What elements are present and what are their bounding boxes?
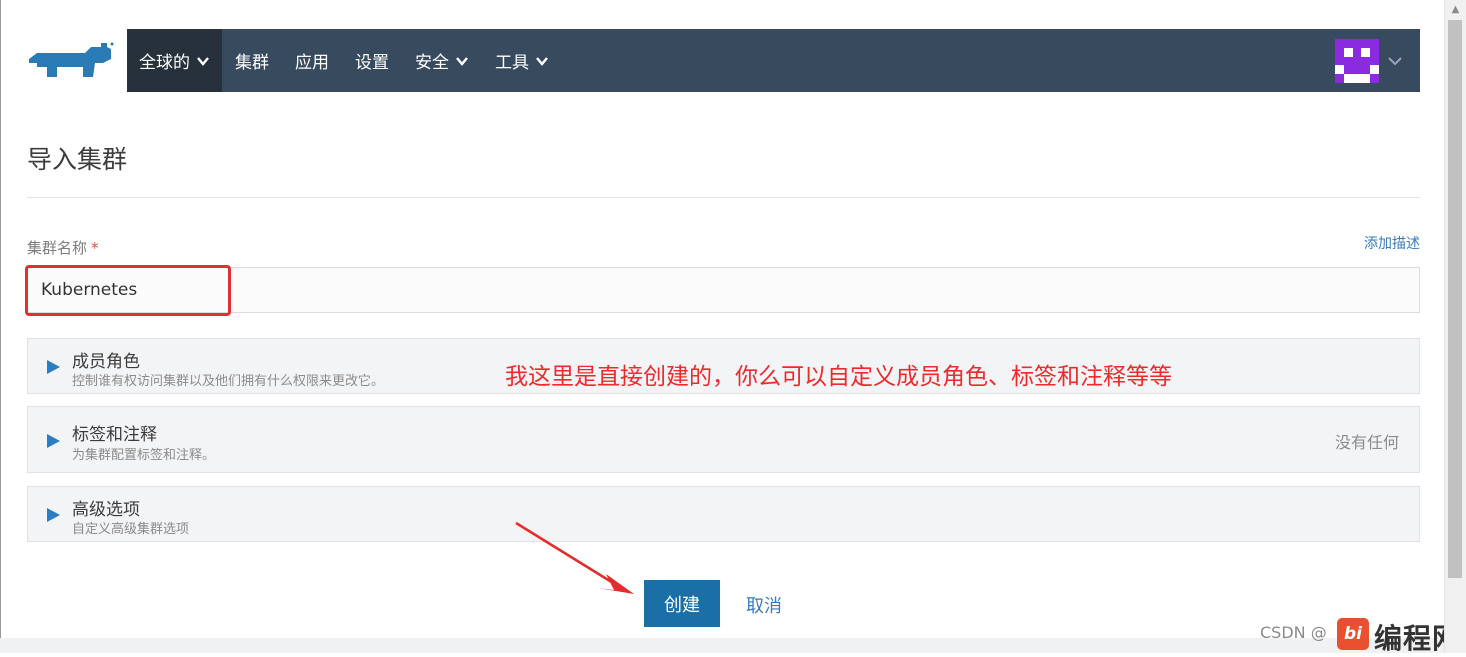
section-labels-annotations[interactable]: 标签和注释 为集群配置标签和注释。 没有任何 bbox=[27, 406, 1420, 473]
chevron-down-icon bbox=[1388, 57, 1402, 66]
section-title: 成员角色 bbox=[72, 352, 140, 372]
nav-global-label: 全球的 bbox=[139, 53, 190, 73]
section-title: 标签和注释 bbox=[72, 425, 157, 445]
site-logo-icon: bi bbox=[1337, 618, 1369, 650]
nav-apps-label: 应用 bbox=[295, 53, 329, 73]
annotation-note: 我这里是直接创建的，你么可以自定义成员角色、标签和注释等等 bbox=[505, 364, 1172, 390]
section-subtitle: 为集群配置标签和注释。 bbox=[72, 448, 216, 463]
add-description-link[interactable]: 添加描述 bbox=[1364, 233, 1420, 253]
scroll-up-icon[interactable]: ▲ bbox=[1445, 2, 1466, 18]
nav-tools-label: 工具 bbox=[495, 53, 529, 73]
caret-right-icon bbox=[47, 434, 60, 448]
section-subtitle: 控制谁有权访问集群以及他们拥有什么权限来更改它。 bbox=[72, 374, 385, 389]
section-advanced-options[interactable]: 高级选项 自定义高级集群选项 bbox=[27, 486, 1420, 542]
rancher-logo[interactable] bbox=[27, 29, 127, 92]
browser-frame bbox=[0, 0, 1466, 653]
nav-global[interactable]: 全球的 bbox=[127, 29, 222, 92]
nav-tools[interactable]: 工具 bbox=[482, 29, 562, 92]
nav-settings-label: 设置 bbox=[355, 53, 389, 73]
nav-clusters[interactable]: 集群 bbox=[222, 29, 282, 92]
chevron-down-icon bbox=[456, 56, 468, 66]
vertical-scrollbar[interactable]: ▲ bbox=[1444, 0, 1466, 653]
required-mark: * bbox=[91, 239, 99, 257]
main-nav: 全球的 集群 应用 设置 安全 工具 bbox=[127, 29, 562, 92]
nav-apps[interactable]: 应用 bbox=[282, 29, 342, 92]
cluster-name-label-text: 集群名称 bbox=[27, 239, 88, 257]
user-menu[interactable] bbox=[1335, 39, 1411, 83]
annotation-arrow-icon bbox=[515, 521, 634, 594]
footer-strip bbox=[0, 638, 1444, 653]
section-status: 没有任何 bbox=[1334, 433, 1399, 452]
cluster-name-input[interactable] bbox=[27, 267, 1420, 313]
nav-security[interactable]: 安全 bbox=[402, 29, 482, 92]
nav-security-label: 安全 bbox=[415, 53, 449, 73]
chevron-down-icon bbox=[536, 56, 548, 66]
csdn-watermark: CSDN @ bbox=[1260, 623, 1327, 642]
cluster-name-label: 集群名称 * bbox=[27, 237, 99, 258]
scroll-thumb[interactable] bbox=[1448, 20, 1462, 578]
caret-right-icon bbox=[47, 360, 60, 374]
top-nav-bar: 全球的 集群 应用 设置 安全 工具 bbox=[27, 29, 1420, 92]
nav-clusters-label: 集群 bbox=[235, 53, 269, 73]
create-button[interactable]: 创建 bbox=[644, 580, 720, 627]
chevron-down-icon bbox=[197, 56, 209, 66]
user-avatar bbox=[1335, 39, 1379, 83]
section-subtitle: 自定义高级集群选项 bbox=[72, 522, 190, 537]
nav-settings[interactable]: 设置 bbox=[342, 29, 402, 92]
title-divider bbox=[27, 197, 1420, 198]
rancher-logo-icon bbox=[29, 42, 114, 77]
page-title: 导入集群 bbox=[27, 145, 128, 174]
cancel-button[interactable]: 取消 bbox=[746, 592, 782, 618]
caret-right-icon bbox=[47, 508, 60, 522]
section-title: 高级选项 bbox=[72, 500, 140, 520]
